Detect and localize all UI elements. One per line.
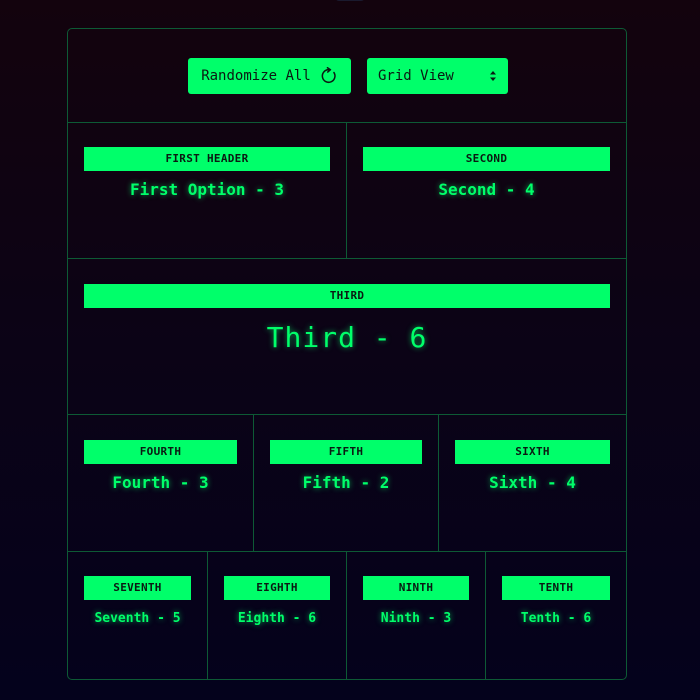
card-header: NINTH	[363, 576, 469, 600]
card-value: Second - 4	[438, 180, 535, 199]
card-seventh: SEVENTH Seventh - 5	[68, 552, 208, 679]
grid-row-3: FOURTH Fourth - 3 FIFTH Fifth - 2 SIXTH …	[68, 415, 626, 552]
card-fourth: FOURTH Fourth - 3	[68, 415, 254, 551]
card-value: Sixth - 4	[489, 473, 576, 492]
grid-row-1: FIRST HEADER First Option - 3 SECOND Sec…	[68, 123, 626, 259]
card-value: Third - 6	[266, 321, 428, 354]
card-sixth: SIXTH Sixth - 4	[439, 415, 626, 551]
card-first: FIRST HEADER First Option - 3	[68, 123, 347, 258]
card-header: EIGHTH	[224, 576, 330, 600]
view-select[interactable]: Grid View	[367, 58, 508, 94]
top-notch	[335, 0, 365, 1]
select-arrows-icon	[490, 71, 496, 81]
card-header: FIFTH	[270, 440, 422, 464]
grid-row-4: SEVENTH Seventh - 5 EIGHTH Eighth - 6 NI…	[68, 552, 626, 679]
card-fifth: FIFTH Fifth - 2	[254, 415, 439, 551]
card-header: SEVENTH	[84, 576, 191, 600]
randomize-all-button[interactable]: Randomize All	[188, 58, 351, 94]
card-value: Eighth - 6	[237, 611, 317, 626]
card-header: TENTH	[502, 576, 610, 600]
grid-row-2: THIRD Third - 6	[68, 259, 626, 415]
card-tenth: TENTH Tenth - 6	[486, 552, 626, 679]
card-value: First Option - 3	[129, 180, 285, 199]
card-value: Fifth - 2	[302, 473, 390, 492]
card-eighth: EIGHTH Eighth - 6	[208, 552, 347, 679]
card-header: FOURTH	[84, 440, 237, 464]
refresh-icon	[321, 67, 336, 83]
card-value: Seventh - 5	[94, 611, 181, 626]
card-header: SECOND	[363, 147, 610, 171]
randomize-all-label: Randomize All	[201, 68, 311, 84]
card-second: SECOND Second - 4	[347, 123, 626, 258]
card-ninth: NINTH Ninth - 3	[347, 552, 486, 679]
grid-panel: Randomize All Grid View FIRST HEADER Fir…	[67, 28, 627, 680]
toolbar: Randomize All Grid View	[68, 29, 626, 123]
card-third: THIRD Third - 6	[68, 259, 626, 414]
card-header: FIRST HEADER	[84, 147, 330, 171]
card-value: Ninth - 3	[380, 611, 452, 626]
view-select-value: Grid View	[378, 68, 454, 84]
card-value: Tenth - 6	[520, 611, 592, 626]
card-value: Fourth - 3	[112, 473, 209, 492]
card-header: THIRD	[84, 284, 610, 308]
card-header: SIXTH	[455, 440, 610, 464]
